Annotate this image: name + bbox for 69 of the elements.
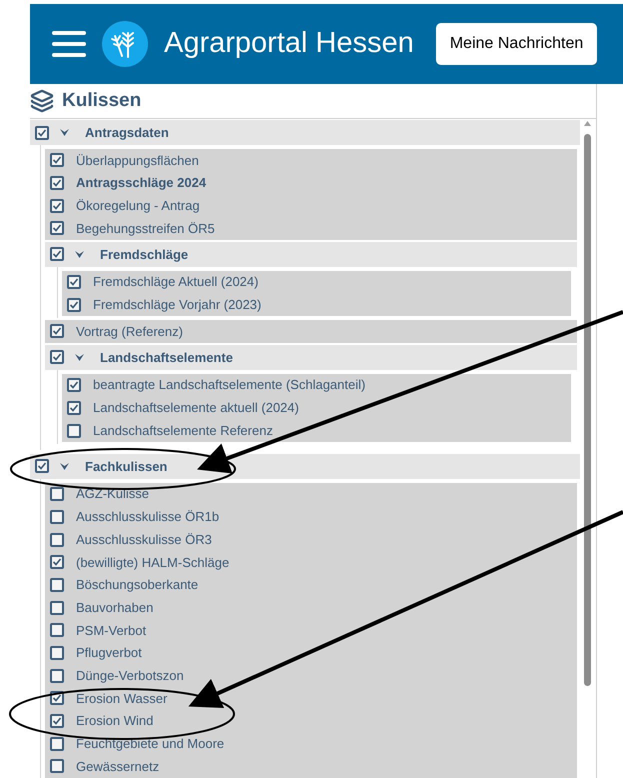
group-header[interactable]: Antragsdaten (30, 120, 580, 145)
checkbox[interactable] (50, 714, 64, 728)
checkbox[interactable] (67, 275, 81, 290)
group-header[interactable]: Fachkulissen (30, 454, 580, 479)
layer-label[interactable]: Überlappungsflächen (76, 150, 199, 170)
layer-label[interactable]: Vortrag (Referenz) (76, 322, 183, 342)
layer-label[interactable]: PSM-Verbot (76, 620, 146, 640)
checkbox[interactable] (50, 198, 64, 213)
layer-label[interactable]: Pflugverbot (76, 643, 142, 663)
checkbox[interactable] (50, 668, 64, 683)
layer-label[interactable]: Gewässernetz (76, 756, 160, 776)
checkbox[interactable] (50, 646, 64, 660)
checkbox[interactable] (50, 350, 64, 364)
layer-label[interactable]: Antragsschläge 2024 (76, 173, 206, 193)
checkbox[interactable] (67, 378, 81, 392)
scrollbar-thumb[interactable] (584, 134, 590, 686)
layer-label[interactable]: Fremdschläge Aktuell (2024) (93, 272, 258, 292)
checkbox[interactable] (50, 324, 64, 338)
checkbox[interactable] (50, 176, 64, 190)
group-label: Fremdschläge (100, 246, 188, 264)
layer-label[interactable]: Ökoregelung - Antrag (76, 196, 200, 216)
checkbox[interactable] (50, 153, 64, 168)
checkbox[interactable] (50, 736, 64, 751)
layer-label[interactable]: Feuchtgebiete und Moore (76, 734, 224, 754)
layer-label[interactable]: beantragte Landschaftselemente (Schlaganteil) (93, 375, 366, 395)
checkbox[interactable] (50, 759, 64, 774)
group-label: Antragsdaten (85, 124, 169, 142)
messages-button[interactable]: Meine Nachrichten (436, 23, 598, 65)
checkbox[interactable] (50, 532, 64, 547)
layer-label[interactable]: Ausschlusskulisse ÖR3 (76, 530, 212, 550)
checkbox[interactable] (35, 126, 49, 140)
layer-label[interactable]: Begehungsstreifen ÖR5 (76, 218, 215, 238)
layer-label[interactable]: AGZ-Kulisse (76, 484, 149, 504)
layer-label[interactable]: Landschaftselemente Referenz (93, 420, 273, 440)
group-header[interactable]: Fremdschläge (45, 242, 577, 267)
layer-label[interactable]: Bauvorhaben (76, 598, 154, 618)
app-title: Agrarportal Hessen (164, 26, 414, 62)
checkbox[interactable] (50, 623, 64, 638)
checkbox[interactable] (50, 221, 64, 236)
checkbox[interactable] (50, 510, 64, 524)
checkbox[interactable] (50, 578, 64, 592)
chevron-icon[interactable] (74, 250, 84, 258)
checkbox[interactable] (50, 555, 64, 570)
layer-label[interactable]: Erosion Wind (76, 711, 154, 731)
group-label: Landschaftselemente (100, 348, 233, 367)
layer-label[interactable]: Böschungsoberkante (76, 575, 198, 595)
panel-title: Kulissen (62, 88, 142, 113)
chevron-icon[interactable] (59, 462, 69, 470)
checkbox[interactable] (50, 600, 64, 615)
checkbox[interactable] (50, 487, 64, 502)
group-header[interactable]: Landschaftselemente (45, 344, 577, 370)
layer-label[interactable]: Ausschlusskulisse ÖR1b (76, 507, 220, 527)
layers-icon (30, 89, 54, 113)
checkbox[interactable] (67, 400, 81, 415)
layer-label[interactable]: Erosion Wasser (76, 688, 168, 708)
checkbox[interactable] (35, 459, 49, 474)
checkbox[interactable] (67, 298, 81, 312)
group-label: Fachkulissen (85, 458, 168, 476)
wheat-logo-icon (102, 21, 148, 67)
layer-label[interactable]: Fremdschläge Vorjahr (2023) (93, 295, 262, 315)
checkbox[interactable] (67, 424, 81, 438)
scroll-up-icon[interactable] (584, 121, 590, 126)
chevron-icon[interactable] (74, 353, 84, 362)
chevron-icon[interactable] (59, 128, 69, 136)
menu-icon[interactable] (52, 30, 86, 58)
layer-label[interactable]: Dünge-Verbotszon (76, 666, 184, 686)
layer-label[interactable]: (bewilligte) HALM-Schläge (76, 552, 230, 572)
checkbox[interactable] (50, 247, 64, 262)
layer-label[interactable]: Landschaftselemente aktuell (2024) (93, 398, 299, 418)
